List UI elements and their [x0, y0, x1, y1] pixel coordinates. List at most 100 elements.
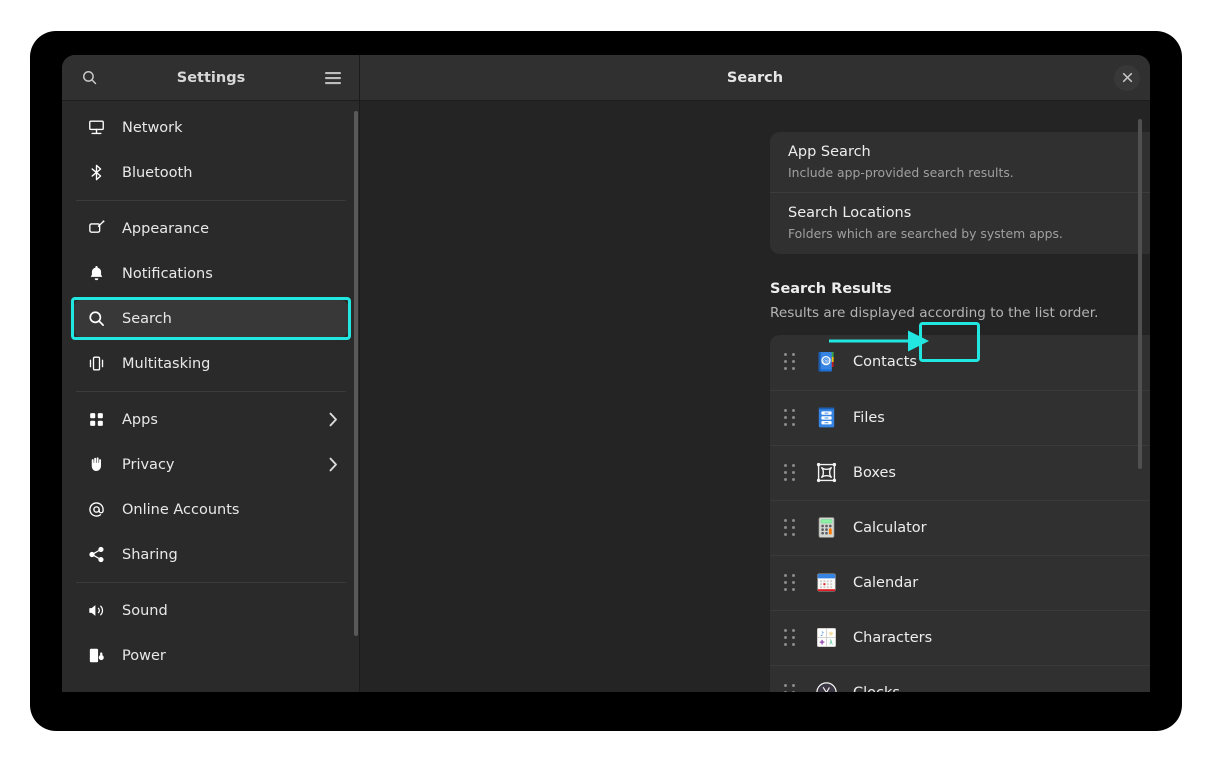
result-row-files[interactable]: Files	[770, 390, 1150, 445]
svg-text:✚: ✚	[819, 639, 824, 647]
svg-text:♪: ♪	[820, 630, 824, 638]
content-scrollbar[interactable]	[1138, 119, 1142, 469]
hand-privacy-icon	[86, 455, 106, 475]
sidebar-item-label: Bluetooth	[122, 165, 338, 181]
sidebar-item-bluetooth[interactable]: Bluetooth	[74, 154, 348, 191]
pref-title: Search Locations	[788, 204, 1150, 224]
result-app-name: Clocks	[853, 685, 1150, 692]
sidebar-item-label: Online Accounts	[122, 502, 338, 518]
close-icon[interactable]	[1114, 65, 1140, 91]
sidebar-group: Apps Privacy Online Accounts	[74, 401, 348, 573]
preferences-card: App Search Include app-provided search r…	[770, 132, 1150, 254]
sidebar-title: Settings	[62, 70, 360, 86]
sidebar-item-label: Apps	[122, 412, 329, 428]
bluetooth-icon	[86, 163, 106, 183]
drag-handle-icon[interactable]	[784, 519, 798, 537]
search-icon[interactable]	[74, 63, 104, 93]
result-app-name: Calculator	[853, 520, 1150, 536]
pref-subtitle: Include app-provided search results.	[788, 165, 1150, 182]
sidebar-item-label: Notifications	[122, 266, 338, 282]
sidebar-separator	[76, 391, 346, 392]
sidebar-item-search[interactable]: Search	[74, 300, 348, 337]
sidebar-item-appearance[interactable]: Appearance	[74, 210, 348, 247]
svg-text:☼: ☼	[828, 630, 834, 638]
sidebar-scrollbar[interactable]	[354, 111, 358, 636]
sidebar-item-label: Sharing	[122, 547, 338, 563]
sidebar-item-label: Appearance	[122, 221, 338, 237]
speaker-icon	[86, 601, 106, 621]
sidebar-nav-list[interactable]: Network Bluetooth Appearance Notificatio…	[62, 101, 360, 692]
appearance-icon	[86, 219, 106, 239]
sidebar-item-multitasking[interactable]: Multitasking	[74, 345, 348, 382]
sidebar-item-label: Network	[122, 120, 338, 136]
multitasking-icon	[86, 354, 106, 374]
network-icon	[86, 118, 106, 138]
sidebar: Settings Network Bluetoot	[62, 55, 360, 692]
sidebar-item-apps[interactable]: Apps	[74, 401, 348, 438]
battery-icon	[86, 646, 106, 666]
sidebar-item-notifications[interactable]: Notifications	[74, 255, 348, 292]
drag-handle-icon[interactable]	[784, 464, 798, 482]
result-row-contacts[interactable]: @ Contacts	[770, 335, 1150, 390]
drag-handle-icon[interactable]	[784, 353, 798, 371]
sidebar-item-privacy[interactable]: Privacy	[74, 446, 348, 483]
files-app-icon	[814, 405, 839, 430]
pref-row-app-search[interactable]: App Search Include app-provided search r…	[770, 132, 1150, 192]
calendar-app-icon	[814, 570, 839, 595]
pref-text: Search Locations Folders which are searc…	[788, 204, 1150, 242]
sidebar-separator	[76, 582, 346, 583]
search-icon	[86, 309, 106, 329]
pref-text: App Search Include app-provided search r…	[788, 143, 1150, 181]
boxes-app-icon	[814, 460, 839, 485]
result-row-calculator[interactable]: Calculator	[770, 500, 1150, 555]
drag-handle-icon[interactable]	[784, 409, 798, 427]
drag-handle-icon[interactable]	[784, 684, 798, 692]
sidebar-item-network[interactable]: Network	[74, 109, 348, 146]
result-row-clocks[interactable]: Clocks	[770, 665, 1150, 692]
share-nodes-icon	[86, 545, 106, 565]
search-results-list: @ Contacts Files	[770, 335, 1150, 692]
characters-app-icon: ♪ ☼ ✚ λ	[814, 625, 839, 650]
result-row-characters[interactable]: ♪ ☼ ✚ λ Characters	[770, 610, 1150, 665]
sidebar-item-power[interactable]: Power	[74, 637, 348, 674]
svg-text:@: @	[823, 357, 829, 365]
apps-grid-icon	[86, 410, 106, 430]
sidebar-header: Settings	[62, 55, 360, 101]
page-title: Search	[360, 70, 1150, 86]
hamburger-menu-icon[interactable]	[318, 63, 348, 93]
sidebar-item-label: Search	[122, 311, 338, 327]
sidebar-item-online-accounts[interactable]: Online Accounts	[74, 491, 348, 528]
sidebar-group: Network Bluetooth	[74, 109, 348, 191]
notifications-icon	[86, 264, 106, 284]
sidebar-item-sound[interactable]: Sound	[74, 592, 348, 629]
result-app-name: Contacts	[853, 354, 1150, 370]
at-sign-icon	[86, 500, 106, 520]
result-row-calendar[interactable]: Calendar	[770, 555, 1150, 610]
result-app-name: Files	[853, 410, 1150, 426]
settings-column: App Search Include app-provided search r…	[770, 132, 1150, 692]
search-results-heading: Search Results	[770, 281, 1150, 297]
sidebar-group: Sound Power	[74, 592, 348, 674]
pref-subtitle: Folders which are searched by system app…	[788, 226, 1150, 243]
svg-text:λ: λ	[829, 640, 833, 647]
sidebar-item-label: Multitasking	[122, 356, 338, 372]
sidebar-item-sharing[interactable]: Sharing	[74, 536, 348, 573]
calculator-app-icon	[814, 515, 839, 540]
sidebar-separator	[76, 200, 346, 201]
content-scroll-area[interactable]: App Search Include app-provided search r…	[360, 101, 1150, 692]
pref-row-search-locations[interactable]: Search Locations Folders which are searc…	[770, 192, 1150, 253]
result-row-boxes[interactable]: Boxes	[770, 445, 1150, 500]
sidebar-item-label: Privacy	[122, 457, 329, 473]
result-app-name: Calendar	[853, 575, 1150, 591]
content-header: Search	[360, 55, 1150, 101]
search-results-description: Results are displayed according to the l…	[770, 305, 1150, 321]
contacts-app-icon: @	[814, 350, 839, 375]
main-content: Search App Search Include app-provided s…	[360, 55, 1150, 692]
drag-handle-icon[interactable]	[784, 629, 798, 647]
chevron-right-icon	[329, 412, 338, 427]
drag-handle-icon[interactable]	[784, 574, 798, 592]
pref-title: App Search	[788, 143, 1150, 163]
clocks-app-icon	[814, 680, 839, 692]
settings-window: Settings Network Bluetoot	[62, 55, 1150, 692]
result-app-name: Characters	[853, 630, 1150, 646]
